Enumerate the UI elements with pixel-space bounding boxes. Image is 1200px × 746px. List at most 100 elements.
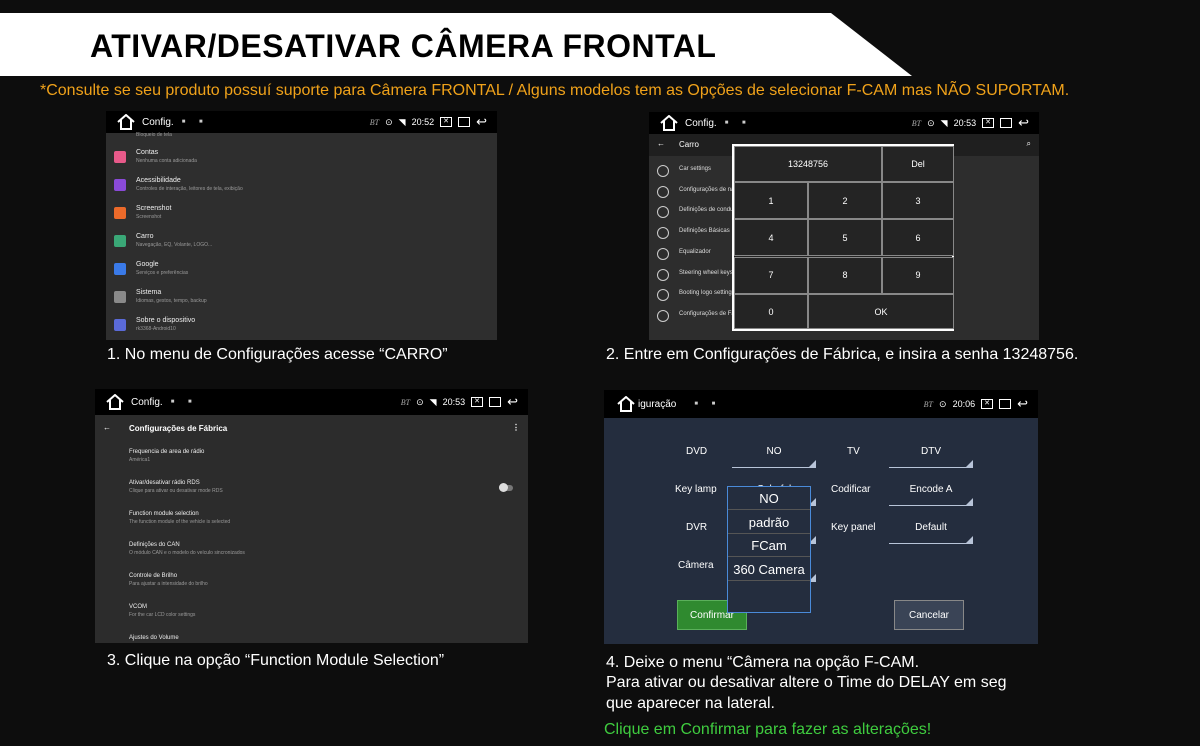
- rds-toggle[interactable]: [499, 483, 513, 492]
- settings-item-title: Sobre o dispositivo: [136, 317, 196, 324]
- settings-item-subtitle: Nenhuma conta adicionada: [136, 158, 197, 164]
- codificar-select[interactable]: Encode A: [889, 480, 973, 506]
- settings-item-subtitle: Controles de interação, leitores de tela…: [136, 186, 243, 192]
- keylamp-label: Key lamp: [675, 484, 717, 495]
- tv-label: TV: [847, 446, 860, 457]
- camera-option[interactable]: 360 Camera: [728, 558, 810, 581]
- factory-setting-title: Definições do CAN: [129, 542, 180, 548]
- bluetooth-icon: BT: [369, 117, 380, 127]
- settings-item-title: Sistema: [136, 289, 162, 296]
- factory-setting-item[interactable]: Frequencia de area de rádio América1: [129, 449, 204, 463]
- section-header: ← Configurações de Fábrica ⋮: [95, 419, 528, 441]
- notification-icons: ■ ■: [694, 401, 722, 407]
- home-icon[interactable]: [659, 115, 679, 131]
- close-window-icon[interactable]: ✕: [440, 117, 453, 127]
- close-window-icon[interactable]: ✕: [982, 118, 995, 128]
- factory-setting-title: Controle de Brilho: [129, 573, 178, 579]
- settings-item-icon: [114, 291, 126, 303]
- car-menu-item-label: Car settings: [679, 166, 712, 172]
- factory-setting-item[interactable]: Function module selection The function mo…: [129, 511, 230, 525]
- home-icon[interactable]: [105, 394, 125, 410]
- notification-icons: ■ ■: [724, 120, 752, 126]
- recent-apps-icon[interactable]: [489, 397, 502, 407]
- bluetooth-icon: BT: [911, 118, 922, 128]
- key-5[interactable]: 5: [808, 219, 882, 257]
- key-2[interactable]: 2: [808, 182, 882, 219]
- factory-setting-item[interactable]: VCOM For the car LCD color settings: [129, 604, 195, 618]
- support-notice: *Consulte se seu produto possuí suporte …: [40, 82, 1070, 99]
- car-menu-item-icon: [657, 185, 669, 198]
- back-arrow-icon[interactable]: ←: [103, 423, 111, 432]
- recent-apps-icon[interactable]: [999, 399, 1012, 409]
- more-options-icon[interactable]: ⋮: [512, 423, 520, 432]
- key-6[interactable]: 6: [882, 219, 954, 257]
- settings-item-subtitle: Navegação, EQ, Volante, LOGO...: [136, 242, 213, 248]
- status-bar: Config. ■ ■ BT ⊙ ◥ 20:52 ✕ ↩: [106, 111, 497, 133]
- back-icon[interactable]: ↩: [476, 114, 487, 130]
- password-display: 13248756: [734, 146, 882, 182]
- factory-setting-title: VCOM: [129, 604, 147, 610]
- clock-time: 20:53: [442, 397, 466, 407]
- key-0[interactable]: 0: [734, 294, 808, 329]
- settings-item-subtitle: Serviços e preferências: [136, 270, 189, 276]
- close-window-icon[interactable]: ✕: [471, 397, 484, 407]
- screenshot-step3: Config. ■ ■ BT ⊙ ◥ 20:53 ✕ ↩ ← Configura…: [95, 389, 528, 643]
- screenshot-step1: Config. ■ ■ BT ⊙ ◥ 20:52 ✕ ↩ Bloqueio de…: [106, 111, 497, 340]
- status-bar: Config. ■ ■ BT ⊙ ◥ 20:53 ✕ ↩: [95, 389, 528, 415]
- tv-select[interactable]: DTV: [889, 442, 973, 468]
- back-icon[interactable]: ↩: [1018, 115, 1029, 131]
- notification-icons: ■ ■: [170, 399, 198, 405]
- page-title: ATIVAR/DESATIVAR CÂMERA FRONTAL: [90, 28, 717, 64]
- home-icon[interactable]: [116, 114, 136, 130]
- car-menu-item-label: Equalizador: [679, 248, 711, 255]
- camera-option[interactable]: FCam: [728, 534, 810, 557]
- factory-setting-subtitle: Para ajustar a intensidade do brilho: [129, 581, 208, 587]
- caption-step2: 2. Entre em Configurações de Fábrica, e …: [606, 346, 1079, 363]
- back-icon[interactable]: ↩: [507, 394, 518, 410]
- title-banner: ATIVAR/DESATIVAR CÂMERA FRONTAL: [0, 13, 912, 76]
- back-icon[interactable]: ↩: [1017, 396, 1028, 412]
- factory-setting-subtitle: América1: [129, 457, 151, 463]
- key-7[interactable]: 7: [734, 256, 808, 294]
- settings-item-icon: [114, 319, 126, 331]
- car-menu-item-icon: [657, 165, 669, 177]
- search-icon[interactable]: ⌕: [1027, 139, 1031, 149]
- partial-item: Bloqueio de tela: [136, 132, 172, 138]
- section-title: Carro: [679, 140, 700, 149]
- factory-setting-subtitle: Clique para ativar ou desativar mode RDS: [129, 488, 223, 494]
- key-9[interactable]: 9: [882, 256, 954, 294]
- home-icon[interactable]: [616, 396, 636, 412]
- factory-setting-subtitle: The function module of the vehicle is se…: [129, 519, 231, 525]
- factory-setting-item[interactable]: Controle de Brilho Para ajustar a intensi…: [129, 573, 208, 587]
- location-icon: ⊙: [939, 398, 947, 409]
- car-menu-item-icon: [657, 247, 669, 260]
- factory-setting-item[interactable]: Definições do CAN O módulo CAN e o modelo…: [129, 542, 245, 556]
- dvd-label: DVD: [686, 446, 708, 457]
- location-icon: ⊙: [385, 116, 393, 127]
- dvd-select[interactable]: NO: [732, 442, 816, 468]
- delete-key[interactable]: Del: [882, 146, 954, 182]
- cancel-button[interactable]: Cancelar: [894, 600, 964, 630]
- key-1[interactable]: 1: [734, 182, 808, 219]
- back-arrow-icon[interactable]: ←: [657, 139, 665, 148]
- key-8[interactable]: 8: [808, 256, 882, 294]
- settings-item-icon: [114, 235, 126, 247]
- key-4[interactable]: 4: [734, 219, 808, 257]
- settings-item-icon: [114, 207, 126, 219]
- factory-setting-item[interactable]: Ativar/desativar rádio RDS Clique para at…: [129, 480, 223, 494]
- location-icon: ⊙: [927, 117, 935, 128]
- clock-time: 20:06: [952, 399, 976, 409]
- keypanel-select[interactable]: Default: [889, 518, 973, 544]
- recent-apps-icon[interactable]: [1000, 118, 1013, 128]
- screenshot-step2: Config. ■ ■ BT ⊙ ◥ 20:53 ✕ ↩ ← Carro ⌕ C…: [649, 112, 1039, 340]
- factory-setting-item[interactable]: Ajustes do Volume: [129, 635, 179, 643]
- caption-step4-line1: 4. Deixe o menu “Câmera na opção F-CAM.: [606, 654, 920, 671]
- recent-apps-icon[interactable]: [458, 117, 471, 127]
- car-menu-item-icon: [657, 227, 669, 240]
- camera-option[interactable]: NO: [728, 487, 810, 510]
- key-3[interactable]: 3: [882, 182, 954, 219]
- close-window-icon[interactable]: ✕: [981, 399, 994, 409]
- factory-setting-title: Ajustes do Volume: [129, 635, 179, 641]
- camera-option[interactable]: padrão: [728, 511, 810, 534]
- ok-key[interactable]: OK: [808, 294, 954, 329]
